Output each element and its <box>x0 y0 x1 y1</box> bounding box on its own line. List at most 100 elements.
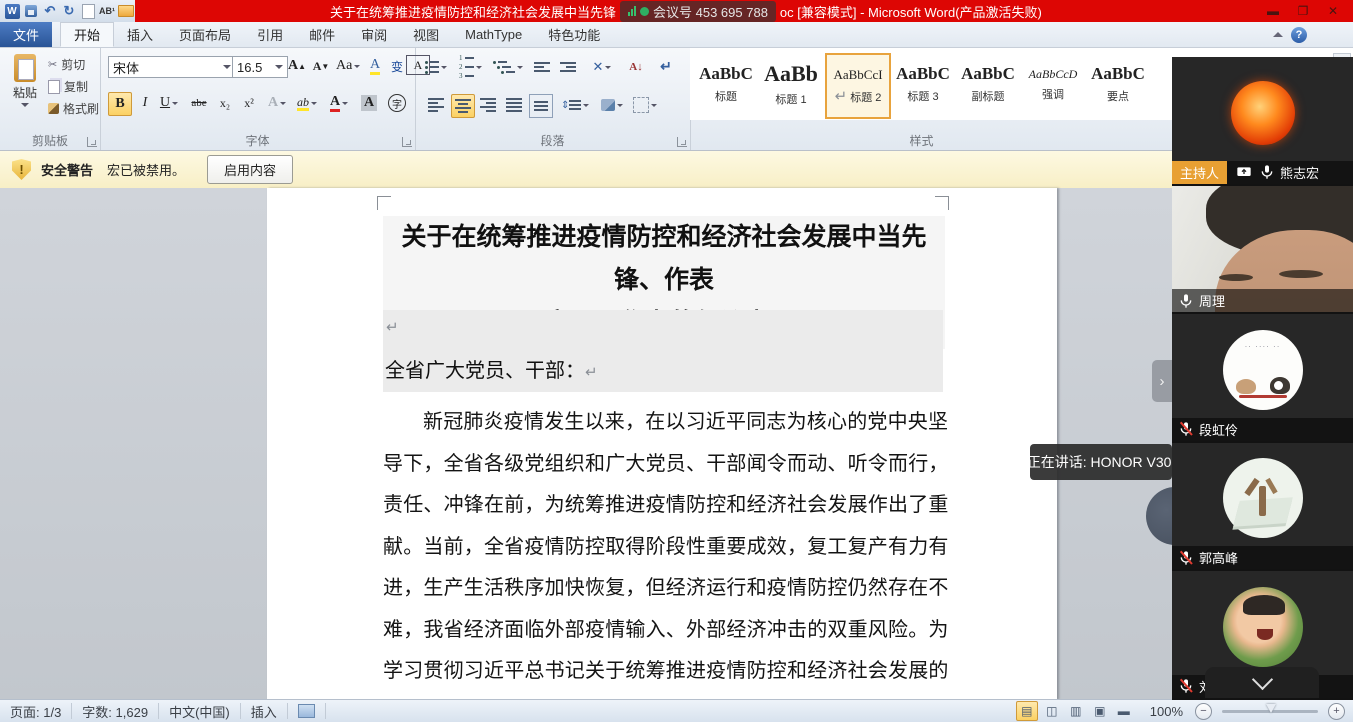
style-heading1[interactable]: AaBb 标题 1 <box>760 53 822 115</box>
new-document-icon[interactable] <box>80 3 96 19</box>
paste-button[interactable]: 粘贴 <box>6 54 44 128</box>
folder-icon[interactable] <box>118 3 134 19</box>
subscript-button[interactable]: x₂ <box>214 92 236 114</box>
align-center-button[interactable] <box>451 94 475 118</box>
view-print-layout-button[interactable]: ▤ <box>1016 701 1038 721</box>
tab-view[interactable]: 视图 <box>400 22 452 47</box>
status-insert-mode[interactable]: 插入 <box>241 703 288 719</box>
view-web-layout-button[interactable]: ▥ <box>1066 702 1086 720</box>
shading-button[interactable] <box>601 94 623 116</box>
show-marks-button[interactable]: ↵ <box>655 56 677 78</box>
font-color-button[interactable]: A <box>328 92 350 114</box>
cut-button[interactable]: ✂剪切 <box>48 56 99 73</box>
tab-page-layout[interactable]: 页面布局 <box>166 22 244 47</box>
style-subtitle[interactable]: AaBbC 副标题 <box>957 53 1019 115</box>
paragraph-dialog-launcher[interactable] <box>677 137 687 147</box>
enable-content-button[interactable]: 启用内容 <box>207 155 293 184</box>
asian-layout-button[interactable]: ✕ <box>591 56 613 78</box>
copy-button[interactable]: 复制 <box>48 78 99 95</box>
style-heading3[interactable]: AaBbC 标题 3 <box>892 53 954 115</box>
participant-tile[interactable]: 周理 <box>1172 186 1353 315</box>
redo-icon[interactable]: ↻ <box>61 3 77 19</box>
close-button[interactable]: ✕ <box>1325 4 1341 18</box>
cut-icon: ✂ <box>48 58 57 71</box>
participant-tile[interactable]: 郭高峰 <box>1172 443 1353 572</box>
tab-mathtype[interactable]: MathType <box>452 22 535 47</box>
clipboard-group-label: 剪贴板 <box>0 132 100 149</box>
clear-format-button[interactable]: A <box>364 55 386 77</box>
participant-tile[interactable]: 主持人 熊志宏 <box>1172 57 1353 186</box>
distribute-button[interactable] <box>529 94 553 118</box>
zoom-slider[interactable] <box>1222 710 1318 713</box>
undo-icon[interactable]: ↶ <box>42 3 58 19</box>
highlight-button[interactable]: ab <box>296 92 318 114</box>
bullets-button[interactable] <box>425 56 447 78</box>
char-shading-button[interactable]: A <box>358 92 380 114</box>
help-icon[interactable]: ? <box>1291 27 1307 43</box>
save-icon[interactable] <box>23 3 39 19</box>
bold-button[interactable]: B <box>108 92 132 116</box>
paste-dropdown-icon[interactable] <box>21 103 29 107</box>
style-emphasis[interactable]: AaBbCcD 强调 <box>1022 53 1084 115</box>
tab-insert[interactable]: 插入 <box>114 22 166 47</box>
document-page[interactable]: 关于在统筹推进疫情防控和经济社会发展中当先锋、作表 率、展作为的倡议书↵ ↵ 全… <box>267 188 1057 700</box>
view-fullscreen-reading-button[interactable]: ◫ <box>1042 702 1062 720</box>
format-painter-button[interactable]: 格式刷 <box>48 100 99 117</box>
justify-button[interactable] <box>503 94 525 116</box>
enclose-char-button[interactable]: 字 <box>386 92 408 114</box>
font-dialog-launcher[interactable] <box>402 137 412 147</box>
font-size-combo[interactable]: 16.5 <box>232 56 288 78</box>
status-word-count[interactable]: 字数: 1,629 <box>72 703 159 719</box>
tab-references[interactable]: 引用 <box>244 22 296 47</box>
tab-special-features[interactable]: 特色功能 <box>535 22 613 47</box>
style-keypoint[interactable]: AaBbC 要点 <box>1087 53 1149 115</box>
status-language[interactable]: 中文(中国) <box>159 703 241 719</box>
text-effects-button[interactable]: A <box>266 92 288 114</box>
collapse-ribbon-icon[interactable] <box>1273 32 1283 37</box>
sort-button[interactable]: A↓ <box>625 56 647 78</box>
paste-label: 粘贴 <box>13 84 37 101</box>
participant-tile[interactable]: 刘兰 <box>1172 571 1353 700</box>
align-right-button[interactable] <box>477 94 499 116</box>
style-heading2-selected[interactable]: AaBbCcI ↵ 标题 2 <box>825 53 891 119</box>
zoom-out-button[interactable]: − <box>1195 703 1212 720</box>
borders-icon <box>633 97 649 113</box>
decrease-indent-button[interactable] <box>531 56 553 78</box>
zoom-in-button[interactable]: + <box>1328 703 1345 720</box>
style-title[interactable]: AaBbC 标题 <box>695 53 757 115</box>
view-draft-button[interactable]: ▬ <box>1114 702 1134 720</box>
line-spacing-button[interactable]: ⇕ <box>561 94 589 116</box>
collapse-panel-button[interactable] <box>1205 667 1319 698</box>
multilevel-list-button[interactable] <box>493 56 523 78</box>
tab-mailings[interactable]: 邮件 <box>296 22 348 47</box>
ab1-icon[interactable]: AB¹ <box>99 3 115 19</box>
status-page[interactable]: 页面: 1/3 <box>0 703 72 719</box>
zoom-slider-thumb[interactable] <box>1266 704 1276 713</box>
panel-expand-handle[interactable]: › <box>1152 360 1172 402</box>
view-outline-button[interactable]: ▣ <box>1090 702 1110 720</box>
strikethrough-button[interactable]: abe <box>188 92 210 114</box>
phonetic-guide-button[interactable]: 变 <box>386 55 408 77</box>
tab-file[interactable]: 文件 <box>0 22 52 47</box>
shrink-font-button[interactable]: A▼ <box>310 55 332 77</box>
meeting-id-badge[interactable]: 会议号 453 695 788 <box>620 1 776 22</box>
align-left-button[interactable] <box>425 94 447 116</box>
increase-indent-button[interactable] <box>557 56 579 78</box>
underline-button[interactable]: U <box>158 92 180 114</box>
tab-home[interactable]: 开始 <box>60 22 114 47</box>
grow-font-button[interactable]: A▲ <box>286 55 308 77</box>
superscript-button[interactable]: x² <box>238 92 260 114</box>
italic-button[interactable]: I <box>134 92 156 114</box>
minimize-button[interactable]: ▬ <box>1265 4 1281 18</box>
restore-button[interactable]: ❐ <box>1295 4 1311 18</box>
word-logo-icon[interactable]: W <box>4 3 20 19</box>
change-case-button[interactable]: Aa <box>336 55 360 77</box>
zoom-level[interactable]: 100% <box>1150 704 1183 719</box>
borders-button[interactable] <box>633 94 657 116</box>
numbering-button[interactable]: 123 <box>459 56 482 78</box>
tab-review[interactable]: 审阅 <box>348 22 400 47</box>
participant-tile[interactable]: ·· ···· ·· 段虹伶 <box>1172 314 1353 443</box>
macro-record-button[interactable] <box>288 703 326 719</box>
clipboard-dialog-launcher[interactable] <box>87 137 97 147</box>
font-name-combo[interactable]: 宋体 <box>108 56 236 78</box>
